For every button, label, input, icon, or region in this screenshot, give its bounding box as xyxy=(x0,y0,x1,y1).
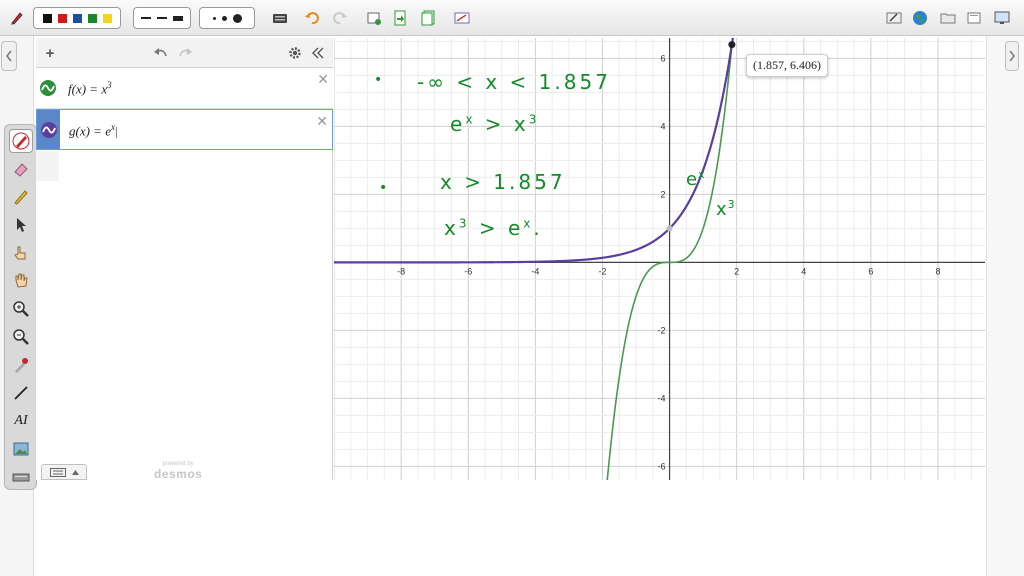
y-tick-label: -6 xyxy=(658,461,666,471)
x-tick-label: -4 xyxy=(531,266,539,276)
color-palette xyxy=(33,7,121,29)
edit-icon[interactable] xyxy=(884,7,904,29)
x-tick-label: 8 xyxy=(936,266,941,276)
y-tick-label: 6 xyxy=(661,53,666,63)
collapse-right-tab[interactable] xyxy=(1005,41,1019,71)
app-window: AI + f(x) = x3 ✕ g(x) = ex| ✕ powered by… xyxy=(0,0,1024,576)
line-medium-option[interactable] xyxy=(157,17,167,19)
graph-canvas[interactable]: -8 -6 -4 -2 2 4 6 8 6 4 2 -2 -4 -6 xyxy=(334,38,985,480)
hand-pointer-icon[interactable] xyxy=(9,241,33,265)
ink-curve-label-cubic: x3 xyxy=(716,198,736,220)
tool-palette: AI xyxy=(4,124,37,490)
color-picker-icon[interactable] xyxy=(9,353,33,377)
text-icon[interactable]: AI xyxy=(9,409,33,433)
delete-expression-f-icon[interactable]: ✕ xyxy=(317,71,329,88)
collapse-left-tab[interactable] xyxy=(1,41,17,71)
chevron-up-icon xyxy=(71,469,79,475)
expression-g-math[interactable]: g(x) = ex| xyxy=(69,122,118,139)
hand-icon[interactable] xyxy=(9,269,33,293)
desmos-logo-text: desmos xyxy=(154,467,203,481)
desmos-branding: powered by desmos xyxy=(154,461,202,481)
color-green-swatch[interactable] xyxy=(87,13,97,23)
x-tick-label: 2 xyxy=(734,266,739,276)
color-blue-swatch[interactable] xyxy=(72,13,82,23)
y-tick-label: -4 xyxy=(658,393,666,403)
keypad-toggle-button[interactable] xyxy=(41,464,87,480)
expression-f-math[interactable]: f(x) = x3 xyxy=(68,80,112,97)
folder-icon[interactable] xyxy=(938,7,958,29)
y-intercept-point[interactable] xyxy=(666,225,673,232)
x-tick-label: -6 xyxy=(464,266,472,276)
x-tick-label: 4 xyxy=(801,266,806,276)
settings-gear-icon[interactable] xyxy=(284,42,306,64)
pen-tool-icon[interactable] xyxy=(9,129,33,153)
x-tick-label: 6 xyxy=(868,266,873,276)
keyboard-tool-icon[interactable] xyxy=(9,465,33,489)
color-yellow-swatch[interactable] xyxy=(102,13,112,23)
redo-icon[interactable] xyxy=(174,42,196,64)
line-thin-option[interactable] xyxy=(141,17,151,19)
top-toolbar xyxy=(0,0,1024,36)
pen-icon[interactable] xyxy=(6,7,28,29)
right-sidebar-strip xyxy=(986,36,1024,576)
line-style-group xyxy=(133,7,191,29)
x-tick-label: -8 xyxy=(397,266,405,276)
keyboard-icon[interactable] xyxy=(270,7,290,29)
ink-interval-2: x > 1.857 xyxy=(440,170,566,194)
color-red-swatch[interactable] xyxy=(57,13,67,23)
expression-panel: + f(x) = x3 ✕ g(x) = ex| ✕ powered by de… xyxy=(36,38,333,481)
ink-interval-1: -∞ < x < 1.857 xyxy=(417,70,611,94)
dot-large-option[interactable] xyxy=(232,13,242,23)
file-icon[interactable] xyxy=(964,7,984,29)
ink-dot: • xyxy=(379,180,391,196)
zoom-in-icon[interactable] xyxy=(9,297,33,321)
pages-icon[interactable] xyxy=(418,7,438,29)
expression-row-f[interactable]: f(x) = x3 ✕ xyxy=(36,68,333,109)
ink-inequality-2: x3 > ex. xyxy=(444,216,543,240)
image-icon[interactable] xyxy=(9,437,33,461)
zoom-out-icon[interactable] xyxy=(9,325,33,349)
empty-expression-gutter[interactable] xyxy=(36,151,59,181)
ink-curve-label-exp: ex xyxy=(686,168,706,190)
pointer-icon[interactable] xyxy=(9,213,33,237)
ink-dot: • xyxy=(374,72,386,88)
undo-icon[interactable] xyxy=(302,7,322,29)
clear-icon[interactable] xyxy=(452,7,472,29)
graph-svg[interactable]: -8 -6 -4 -2 2 4 6 8 6 4 2 -2 -4 -6 xyxy=(334,38,985,480)
dot-size-group xyxy=(199,7,255,29)
eraser-icon[interactable] xyxy=(9,157,33,181)
intersection-point-label[interactable]: (1.857, 6.406) xyxy=(746,54,828,77)
expression-f-color-icon[interactable] xyxy=(36,68,59,108)
dot-medium-option[interactable] xyxy=(221,15,227,21)
intersection-point[interactable] xyxy=(728,41,736,49)
collapse-panel-icon[interactable] xyxy=(307,42,329,64)
expression-g-color-icon[interactable] xyxy=(37,110,60,149)
next-page-icon[interactable] xyxy=(390,7,410,29)
keyboard-icon xyxy=(49,467,66,477)
x-tick-label: -2 xyxy=(598,266,606,276)
expression-row-g[interactable]: g(x) = ex| ✕ xyxy=(36,109,333,150)
color-black-swatch[interactable] xyxy=(42,13,52,23)
y-tick-label: -2 xyxy=(658,325,666,335)
monitor-icon[interactable] xyxy=(992,7,1012,29)
delete-expression-g-icon[interactable]: ✕ xyxy=(316,113,328,130)
add-expression-button[interactable]: + xyxy=(39,42,61,64)
undo-icon[interactable] xyxy=(150,42,172,64)
highlighter-icon[interactable] xyxy=(9,185,33,209)
ink-inequality-1: ex > x3 xyxy=(450,112,540,136)
y-tick-label: 2 xyxy=(661,189,666,199)
new-page-icon[interactable] xyxy=(364,7,384,29)
redo-icon[interactable] xyxy=(330,7,350,29)
line-icon[interactable] xyxy=(9,381,33,405)
globe-icon[interactable] xyxy=(910,7,930,29)
dot-small-option[interactable] xyxy=(212,16,216,20)
expression-panel-header: + xyxy=(36,38,333,68)
y-tick-label: 4 xyxy=(661,121,666,131)
line-thick-option[interactable] xyxy=(173,15,183,21)
